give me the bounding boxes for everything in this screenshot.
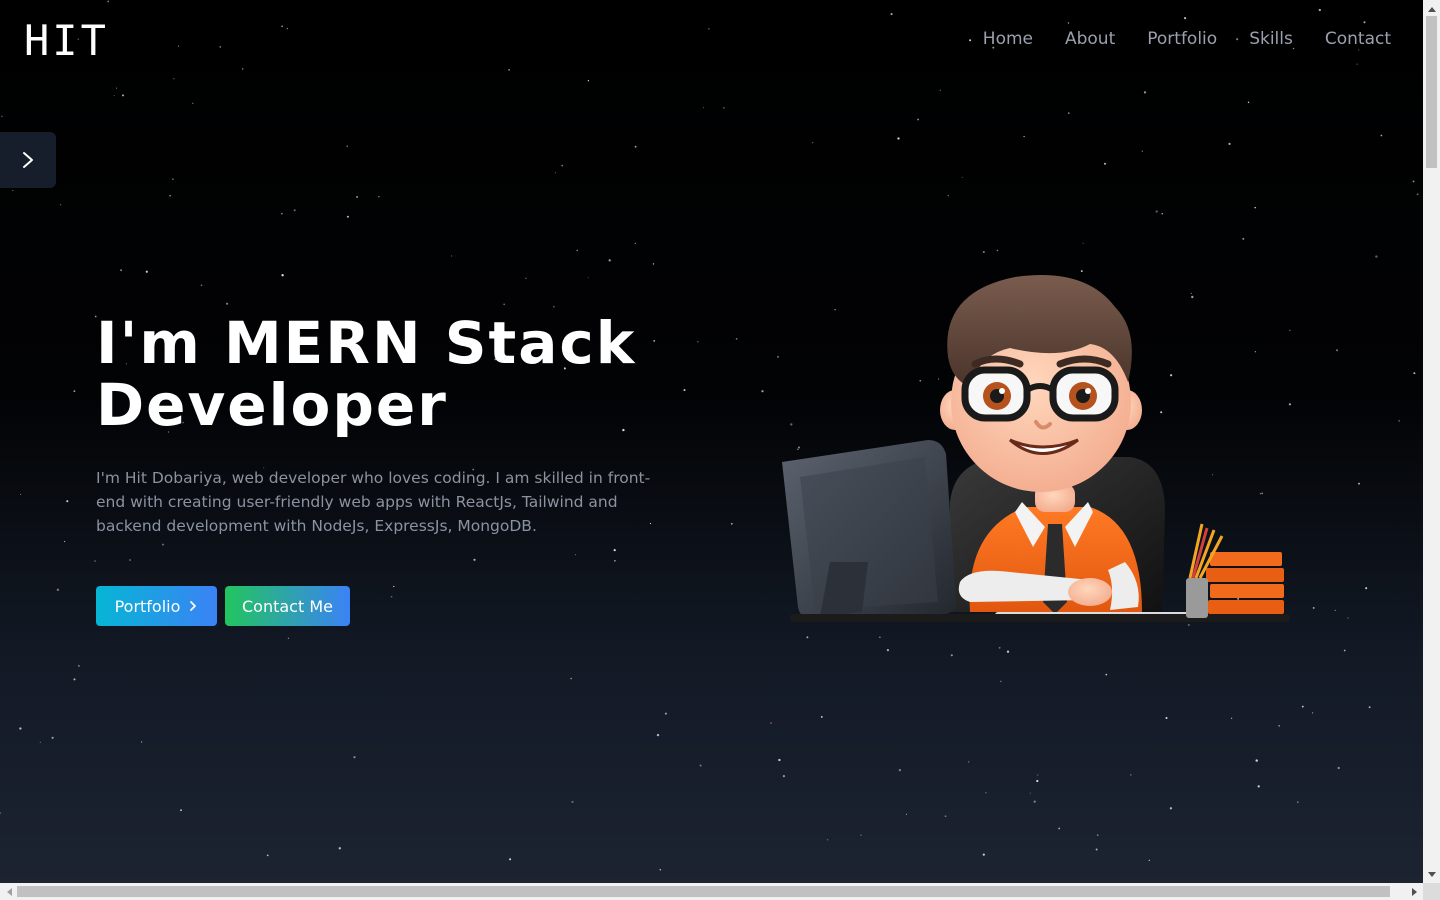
sidebar-toggle-button[interactable] [0,132,56,188]
vertical-scrollbar[interactable] [1423,0,1440,883]
contact-me-button-label: Contact Me [242,596,333,616]
scroll-right-arrow-icon[interactable] [1406,883,1423,900]
nav-about[interactable]: About [1065,28,1115,50]
developer-illustration [782,275,1290,622]
chevron-right-icon [23,152,33,168]
vertical-scroll-thumb[interactable] [1426,16,1437,168]
hero-title-line1: I'm MERN Stack [96,309,637,377]
hero-title: I'm MERN Stack Developer [96,312,716,436]
hero-description: I'm Hit Dobariya, web developer who love… [96,469,651,535]
hero-title-line2: Developer [96,371,448,439]
nav-portfolio[interactable]: Portfolio [1147,28,1217,50]
portfolio-button-label: Portfolio [114,596,181,616]
horizontal-scrollbar[interactable] [0,883,1423,900]
scrollbar-corner [1423,883,1440,900]
site-logo[interactable]: HIT [24,18,109,64]
scroll-down-arrow-icon[interactable] [1423,866,1440,883]
page-viewport: HIT Home About Portfolio Skills Contact … [0,0,1423,883]
nav-skills[interactable]: Skills [1249,28,1293,50]
nav-contact[interactable]: Contact [1325,28,1391,50]
nav-home[interactable]: Home [983,28,1033,50]
portfolio-button[interactable]: Portfolio [96,586,217,626]
scroll-left-arrow-icon[interactable] [0,883,17,900]
chevron-right-icon [190,601,197,611]
horizontal-scroll-thumb[interactable] [17,886,1390,897]
scroll-up-arrow-icon[interactable] [1423,0,1440,17]
contact-me-button[interactable]: Contact Me [225,586,350,626]
main-nav: Home About Portfolio Skills Contact [983,28,1391,50]
